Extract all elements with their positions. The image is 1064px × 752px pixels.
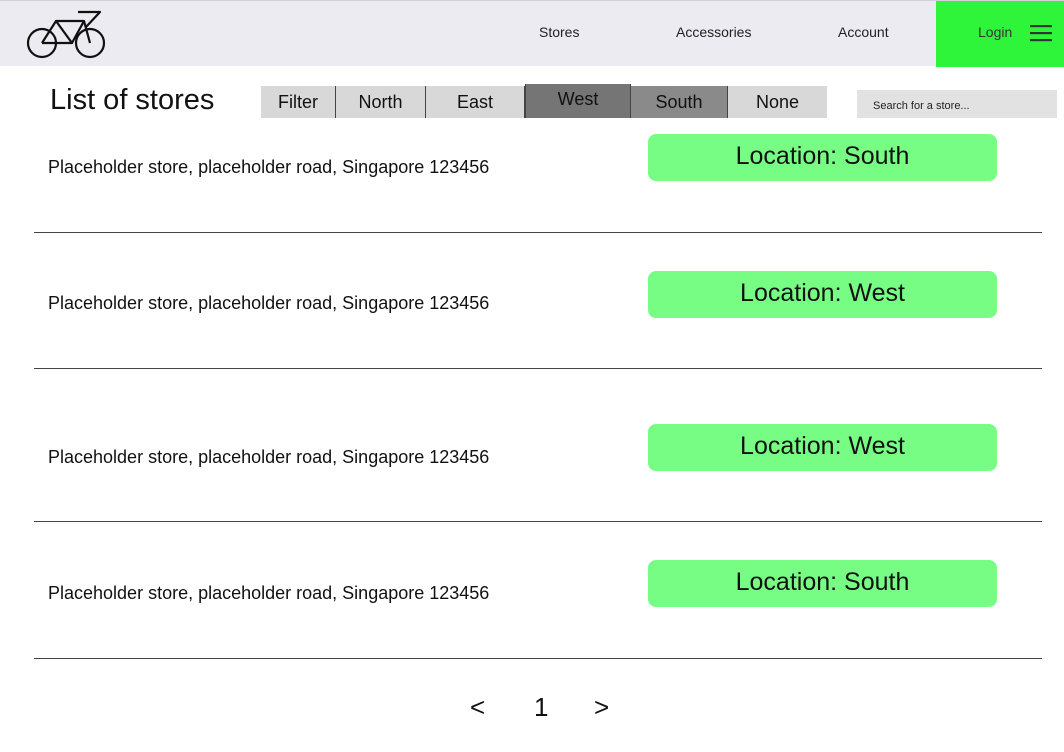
region-filter-bar: Filter North East West South None bbox=[261, 84, 827, 118]
store-address: Placeholder store, placeholder road, Sin… bbox=[48, 157, 490, 177]
filter-west-button[interactable]: West bbox=[525, 84, 631, 118]
login-button[interactable]: Login bbox=[936, 1, 1064, 67]
pagination-prev-button[interactable]: < bbox=[470, 690, 485, 724]
pagination-next-button[interactable]: > bbox=[594, 690, 609, 724]
filter-east-button[interactable]: East bbox=[426, 86, 525, 118]
top-nav-bar: Stores Accessories Account Login bbox=[0, 0, 1064, 67]
row-divider bbox=[34, 232, 1042, 233]
login-label: Login bbox=[978, 24, 1013, 40]
row-divider bbox=[34, 521, 1042, 522]
location-badge: Location: West bbox=[648, 424, 997, 471]
page-title: List of stores bbox=[50, 84, 215, 116]
store-address: Placeholder store, placeholder road, Sin… bbox=[48, 583, 490, 603]
nav-accessories-link[interactable]: Accessories bbox=[676, 23, 751, 41]
row-divider bbox=[34, 368, 1042, 369]
filter-south-button[interactable]: South bbox=[631, 86, 728, 118]
location-badge: Location: West bbox=[648, 271, 997, 318]
nav-stores-link[interactable]: Stores bbox=[539, 23, 579, 41]
filter-none-button[interactable]: None bbox=[728, 86, 827, 118]
location-badge: Location: South bbox=[648, 134, 997, 181]
nav-account-link[interactable]: Account bbox=[838, 23, 889, 41]
store-address: Placeholder store, placeholder road, Sin… bbox=[48, 447, 490, 467]
row-divider bbox=[34, 658, 1042, 659]
pagination-current-page: 1 bbox=[534, 692, 549, 722]
hamburger-menu-icon[interactable] bbox=[1030, 24, 1052, 42]
filter-north-button[interactable]: North bbox=[336, 86, 426, 118]
location-badge: Location: South bbox=[648, 560, 997, 607]
bicycle-icon[interactable] bbox=[26, 9, 108, 61]
store-address: Placeholder store, placeholder road, Sin… bbox=[48, 293, 490, 313]
store-search-input[interactable] bbox=[857, 90, 1057, 118]
filter-label-button[interactable]: Filter bbox=[261, 86, 336, 118]
